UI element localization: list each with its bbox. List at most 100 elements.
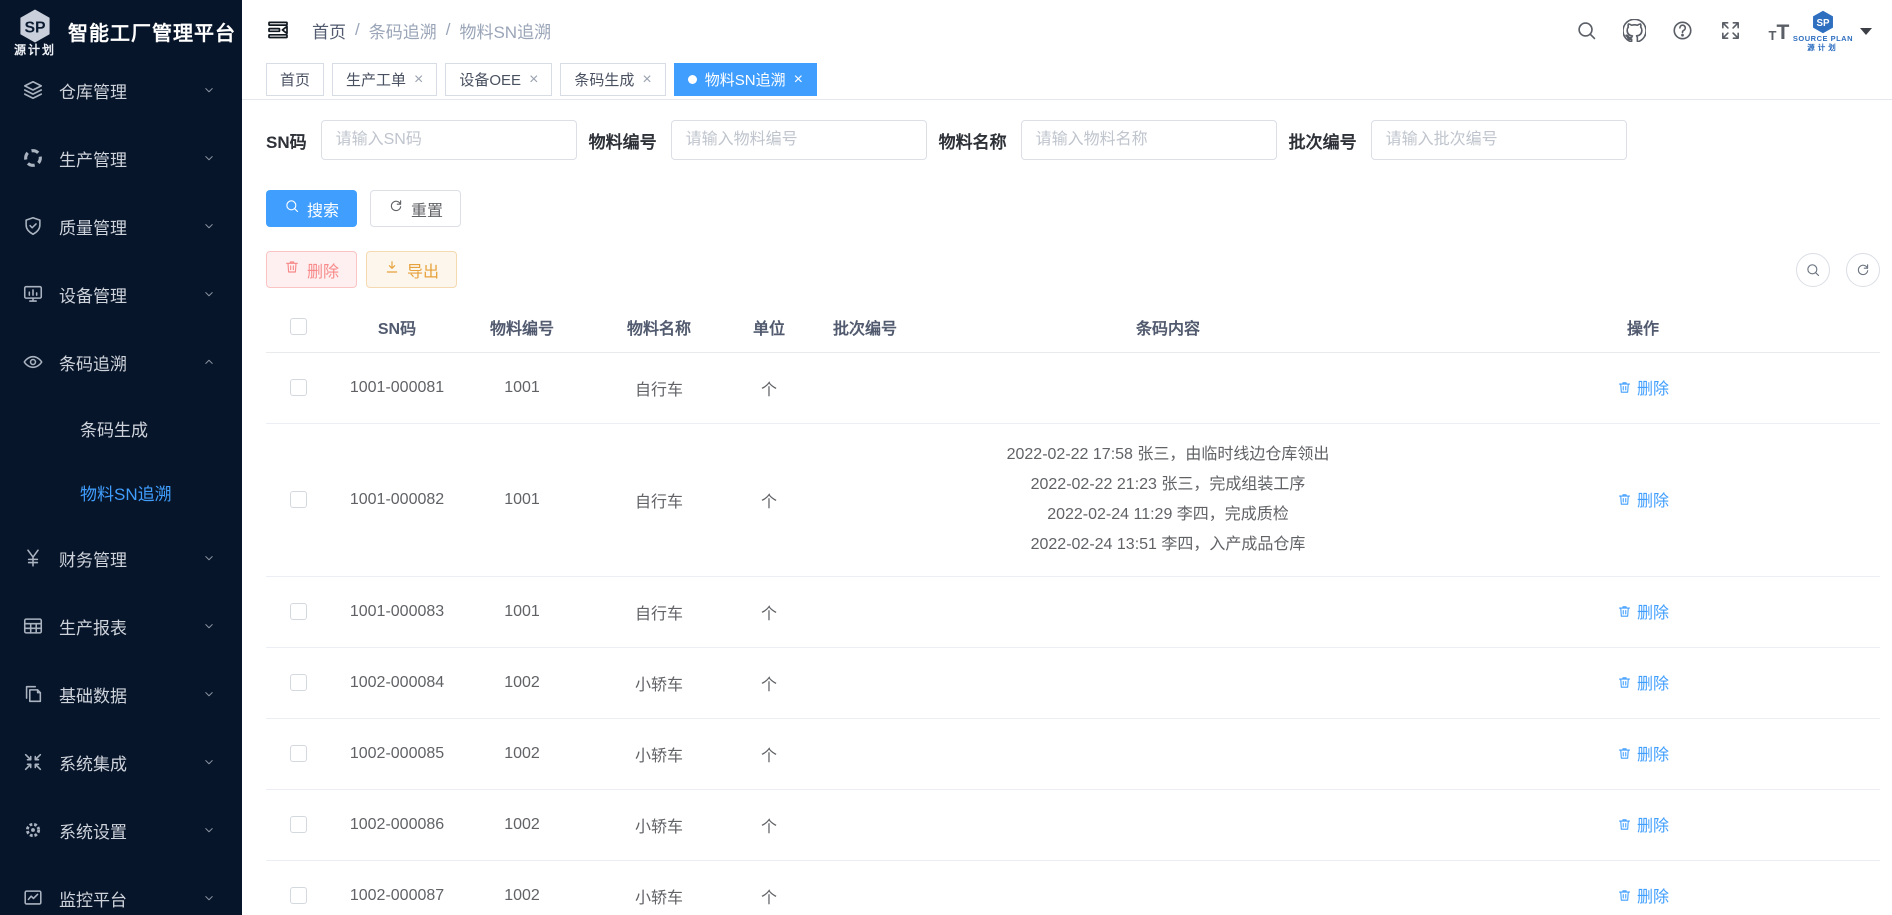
- chevron-down-icon: [202, 551, 216, 565]
- row-checkbox[interactable]: [290, 887, 307, 904]
- form-field-3: 批次编号: [1289, 120, 1627, 160]
- column-header: 操作: [1406, 302, 1880, 352]
- chevron-down-icon: [202, 151, 216, 165]
- cell-unit: 个: [738, 647, 800, 718]
- barcode-content-line: 2022-02-24 13:51 李四，入产成品仓库: [930, 530, 1406, 560]
- compress-icon: [22, 751, 44, 773]
- sidebar-item-8[interactable]: 系统集成: [0, 728, 242, 796]
- cell-sn: 1002-000087: [330, 860, 464, 915]
- tab-label: 设备OEE: [459, 69, 521, 90]
- search-button[interactable]: 搜索: [266, 190, 357, 227]
- sidebar-item-label: 生产报表: [59, 614, 202, 639]
- search-icon[interactable]: [1575, 18, 1599, 42]
- cell-material-name: 小轿车: [580, 860, 738, 915]
- export-button[interactable]: 导出: [366, 251, 457, 288]
- sidebar-item-3[interactable]: 设备管理: [0, 260, 242, 328]
- fullscreen-icon[interactable]: [1719, 18, 1743, 42]
- table-row-6: 1002-000087 1002 小轿车 个 删除: [266, 860, 1880, 915]
- sidebar-subitem-4-0[interactable]: 条码生成: [0, 396, 242, 460]
- row-delete-button[interactable]: 删除: [1617, 741, 1669, 765]
- cell-barcode-content: [930, 352, 1406, 423]
- row-delete-button[interactable]: 删除: [1617, 487, 1669, 511]
- row-delete-button[interactable]: 删除: [1617, 883, 1669, 907]
- tab-label: 生产工单: [346, 69, 406, 90]
- cell-batch: [800, 576, 930, 647]
- cell-batch: [800, 423, 930, 576]
- cell-sn: 1002-000086: [330, 789, 464, 860]
- sidebar-item-9[interactable]: 系统设置: [0, 796, 242, 864]
- reset-button[interactable]: 重置: [370, 190, 461, 227]
- close-icon[interactable]: ×: [529, 72, 538, 88]
- github-icon[interactable]: [1623, 18, 1647, 42]
- breadcrumb: 首页/条码追溯/物料SN追溯: [312, 18, 551, 43]
- close-icon[interactable]: ×: [794, 72, 803, 88]
- fontsize-icon[interactable]: TT: [1767, 18, 1791, 42]
- tab-4[interactable]: 物料SN追溯 ×: [674, 63, 817, 96]
- row-checkbox[interactable]: [290, 491, 307, 508]
- gear-icon: [22, 819, 44, 841]
- sidebar-item-5[interactable]: 财务管理: [0, 524, 242, 592]
- close-icon[interactable]: ×: [414, 72, 423, 88]
- cell-material-name: 小轿车: [580, 647, 738, 718]
- breadcrumb-separator: /: [446, 20, 451, 40]
- row-checkbox[interactable]: [290, 603, 307, 620]
- sidebar-item-label: 仓库管理: [59, 78, 202, 103]
- sidebar-item-6[interactable]: 生产报表: [0, 592, 242, 660]
- sidebar: SP 源计划 智能工厂管理平台 仓库管理 生产管理 质量管理 设备管理 条码追溯…: [0, 0, 242, 915]
- toggle-search-button[interactable]: [1796, 253, 1830, 287]
- row-delete-button[interactable]: 删除: [1617, 599, 1669, 623]
- row-delete-button[interactable]: 删除: [1617, 812, 1669, 836]
- sidebar-item-1[interactable]: 生产管理: [0, 124, 242, 192]
- row-checkbox[interactable]: [290, 379, 307, 396]
- cell-material-name: 自行车: [580, 576, 738, 647]
- app-logo[interactable]: SP 源计划 智能工厂管理平台: [0, 0, 242, 56]
- form-field-input-1[interactable]: [671, 120, 927, 160]
- refresh-table-button[interactable]: [1846, 253, 1880, 287]
- tab-1[interactable]: 生产工单 ×: [332, 63, 437, 96]
- search-form: SN码 物料编号 物料名称 批次编号: [266, 120, 1880, 160]
- row-delete-button[interactable]: 删除: [1617, 375, 1669, 399]
- sidebar-item-10[interactable]: 监控平台: [0, 864, 242, 915]
- cell-unit: 个: [738, 352, 800, 423]
- delete-button[interactable]: 删除: [266, 251, 357, 288]
- aim-icon: [22, 147, 44, 169]
- layers-icon: [22, 79, 44, 101]
- breadcrumb-item-0[interactable]: 首页: [312, 18, 346, 43]
- row-checkbox[interactable]: [290, 816, 307, 833]
- sidebar-item-7[interactable]: 基础数据: [0, 660, 242, 728]
- sidebar-subitem-4-1[interactable]: 物料SN追溯: [0, 460, 242, 524]
- app-title: 智能工厂管理平台: [68, 17, 236, 46]
- barcode-content-line: 2022-02-22 17:58 张三，由临时线边仓库领出: [930, 440, 1406, 470]
- cell-unit: 个: [738, 576, 800, 647]
- trash-icon: [284, 259, 300, 280]
- user-avatar[interactable]: SP SOURCE PLAN 源计划: [1793, 9, 1872, 52]
- cell-unit: 个: [738, 423, 800, 576]
- cell-material-code: 1002: [464, 860, 580, 915]
- tab-0[interactable]: 首页: [266, 63, 324, 96]
- tab-label: 物料SN追溯: [705, 69, 786, 90]
- cell-sn: 1001-000082: [330, 423, 464, 576]
- sidebar-item-2[interactable]: 质量管理: [0, 192, 242, 260]
- cell-material-code: 1001: [464, 352, 580, 423]
- cell-batch: [800, 718, 930, 789]
- chevron-down-icon: [202, 687, 216, 701]
- download-icon: [384, 259, 400, 280]
- row-checkbox[interactable]: [290, 745, 307, 762]
- tab-3[interactable]: 条码生成 ×: [560, 63, 665, 96]
- row-checkbox[interactable]: [290, 674, 307, 691]
- help-icon[interactable]: [1671, 18, 1695, 42]
- form-field-input-0[interactable]: [321, 120, 577, 160]
- form-field-input-2[interactable]: [1021, 120, 1277, 160]
- main-area: 首页/条码追溯/物料SN追溯 TT SP SOURCE PLAN 源计划 首页 …: [242, 0, 1892, 915]
- select-all-checkbox[interactable]: [290, 318, 307, 335]
- table-row-4: 1002-000085 1002 小轿车 个 删除: [266, 718, 1880, 789]
- sidebar-item-0[interactable]: 仓库管理: [0, 56, 242, 124]
- tab-2[interactable]: 设备OEE ×: [445, 63, 552, 96]
- form-field-input-3[interactable]: [1371, 120, 1627, 160]
- column-header: 批次编号: [800, 302, 930, 352]
- sidebar-item-4[interactable]: 条码追溯: [0, 328, 242, 396]
- form-field-label: 物料名称: [939, 128, 1007, 153]
- sidebar-toggle-icon[interactable]: [266, 18, 290, 42]
- row-delete-button[interactable]: 删除: [1617, 670, 1669, 694]
- close-icon[interactable]: ×: [642, 72, 651, 88]
